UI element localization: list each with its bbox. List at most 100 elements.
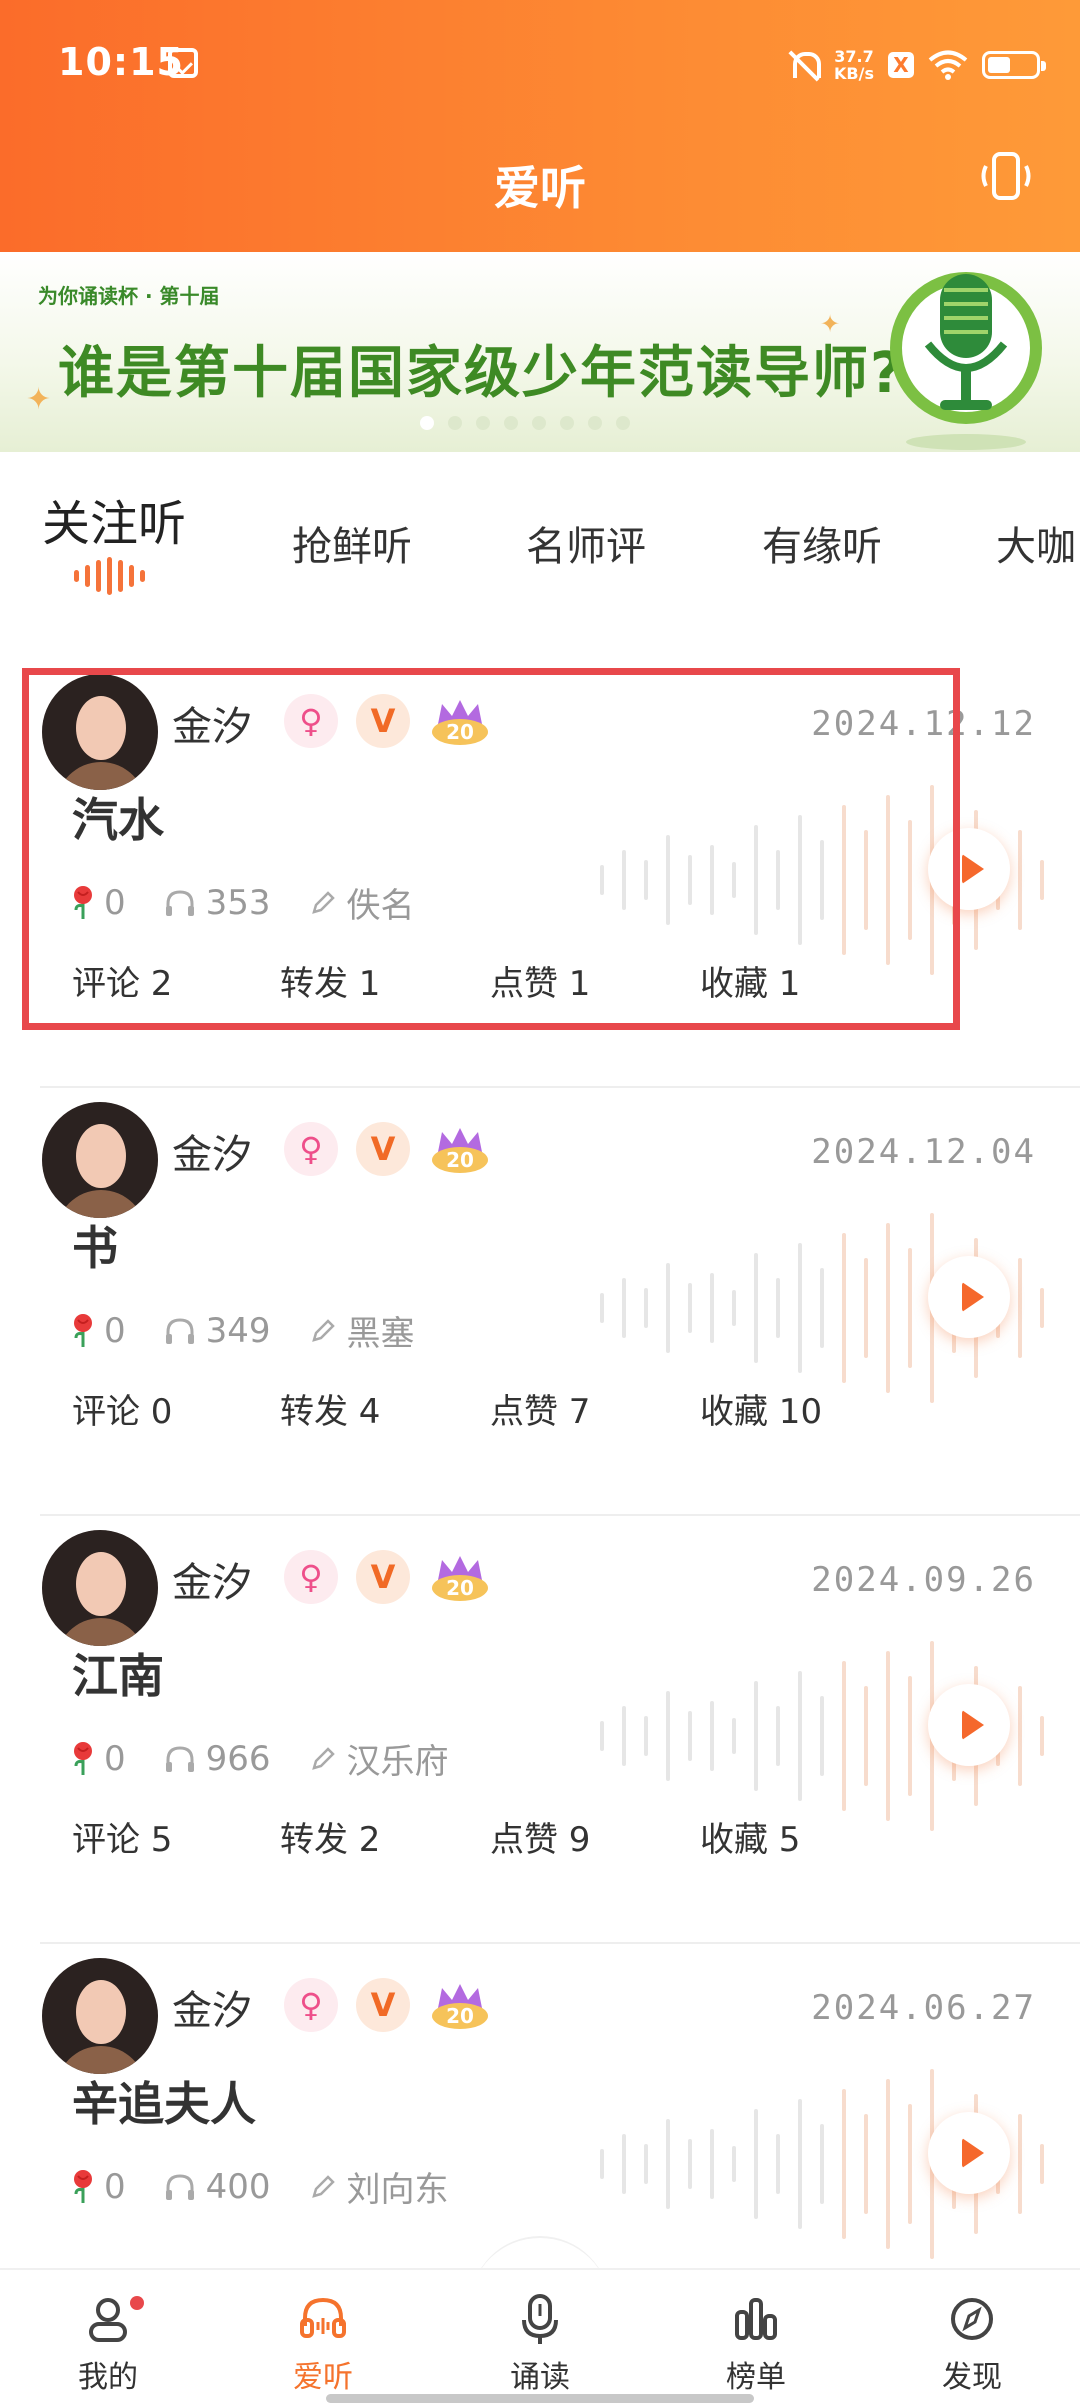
reposts-count[interactable]: 转发 2	[280, 1812, 380, 1861]
mute-icon	[788, 48, 822, 82]
waveform-bar	[1018, 1686, 1022, 1786]
vip-badge: V	[356, 1550, 410, 1604]
sparkle-icon: ✦	[820, 310, 841, 338]
tab-teacher-review[interactable]: 名师评	[526, 514, 646, 572]
highlight-box	[22, 668, 960, 1030]
play-button[interactable]	[928, 2112, 1010, 2194]
listen-count: 966	[164, 1739, 271, 1779]
nav-mine[interactable]: 我的	[48, 2292, 168, 2396]
x-icon: X	[888, 52, 914, 78]
post-date: 2024.06.27	[811, 1988, 1036, 2028]
post-title[interactable]: 辛追夫人	[72, 2068, 256, 2134]
phone-shake-icon[interactable]	[978, 148, 1034, 206]
network-speed: 37.7 KB/s	[834, 47, 874, 83]
waveform-bar	[622, 1278, 626, 1338]
post-title[interactable]: 书	[72, 1212, 118, 1278]
likes-count[interactable]: 点赞 9	[490, 1812, 590, 1861]
banner-headline: 谁是第十届国家级少年范读导师?	[58, 341, 905, 406]
post-card[interactable]: 金汐 ♀ V 20 2024.09.26 江南 0 966 汉乐府 评论 5 转…	[0, 1516, 1080, 1944]
pencil-icon	[311, 1746, 335, 1770]
nav-listen[interactable]: 爱听	[263, 2292, 383, 2396]
pencil-icon	[311, 1318, 335, 1342]
tab-fate[interactable]: 有缘听	[762, 514, 882, 572]
status-bar: 10:15 37.7 KB/s X	[0, 0, 1080, 126]
waveform-bar	[600, 1293, 604, 1323]
waveform-bar	[864, 2114, 868, 2214]
page-title: 爱听	[494, 161, 586, 215]
nav-ranking[interactable]: 榜单	[696, 2292, 816, 2396]
post-card[interactable]: 金汐 ♀ V 20 2024.12.04 书 0 349 黑塞 评论 0 转发 …	[0, 1088, 1080, 1516]
microphone-logo	[890, 272, 1042, 450]
banner-pagination	[420, 416, 630, 430]
author-name[interactable]: 金汐	[172, 1122, 252, 1180]
nav-discover[interactable]: 发现	[912, 2292, 1032, 2396]
waveform-bar	[666, 1263, 670, 1353]
waveform-bar	[886, 1651, 890, 1821]
tab-celebrity[interactable]: 大咖	[996, 514, 1076, 572]
waveform-bar	[666, 1691, 670, 1781]
waveform-bar	[842, 2089, 846, 2239]
waveform-bar	[798, 1243, 802, 1373]
waveform-bar	[886, 1223, 890, 1393]
waveform-bar	[688, 2139, 692, 2189]
active-tab-indicator	[74, 556, 145, 596]
svg-text:20: 20	[446, 1576, 474, 1600]
post-title[interactable]: 江南	[72, 1640, 164, 1706]
bottom-nav: 我的 爱听 诵读 榜单 发现	[0, 2268, 1080, 2408]
vip-badge: V	[356, 1978, 410, 2032]
play-button[interactable]	[928, 1684, 1010, 1766]
comments-count[interactable]: 评论 0	[72, 1384, 172, 1433]
author-name[interactable]: 金汐	[172, 1978, 252, 2036]
post-stats: 0 400 刘向东	[72, 2162, 487, 2211]
avatar[interactable]	[42, 1102, 158, 1218]
sparkle-icon: ✦	[26, 382, 52, 417]
svg-text:20: 20	[446, 2004, 474, 2028]
waveform-bar	[754, 1681, 758, 1791]
waveform-bar	[622, 1706, 626, 1766]
avatar[interactable]	[42, 1958, 158, 2074]
rose-icon	[74, 1313, 92, 1347]
headphones-icon	[165, 2173, 194, 2200]
likes-count[interactable]: 点赞 7	[490, 1384, 590, 1433]
waveform-bar	[710, 1701, 714, 1771]
waveform-bar	[754, 1253, 758, 1363]
comments-count[interactable]: 评论 5	[72, 1812, 172, 1861]
pencil-icon	[311, 2174, 335, 2198]
waveform-bar	[732, 1290, 736, 1326]
waveform-bar	[710, 1273, 714, 1343]
home-indicator[interactable]	[326, 2394, 754, 2403]
promo-banner[interactable]: 为你诵读杯 · 第十届 谁是第十届国家级少年范读导师? ✦ ✦	[0, 252, 1080, 452]
tab-follow[interactable]: 关注听	[42, 484, 186, 554]
tab-fresh[interactable]: 抢鲜听	[292, 514, 412, 572]
waveform-bar	[732, 2146, 736, 2182]
writer: 刘向东	[309, 2162, 449, 2211]
status-icons: 37.7 KB/s X	[788, 40, 1046, 90]
app-header: 10:15 37.7 KB/s X 爱听	[0, 0, 1080, 252]
waveform-bar	[776, 2134, 780, 2194]
ranking-bars-icon	[735, 2298, 777, 2340]
waveform-bar	[666, 2119, 670, 2209]
post-date: 2024.12.04	[811, 1132, 1036, 1172]
avatar[interactable]	[42, 1530, 158, 1646]
crown-level-badge: 20	[432, 1556, 488, 1601]
play-button[interactable]	[928, 1256, 1010, 1338]
waveform-bar	[776, 1278, 780, 1338]
waveform-bar	[600, 1721, 604, 1751]
waveform-bar	[688, 1283, 692, 1333]
nav-recite[interactable]: 诵读	[480, 2292, 600, 2396]
reposts-count[interactable]: 转发 4	[280, 1384, 380, 1433]
favorites-count[interactable]: 收藏 5	[700, 1812, 800, 1861]
rose-icon	[74, 2169, 92, 2203]
banner-subtitle: 为你诵读杯 · 第十届	[38, 284, 220, 308]
listen-count: 400	[164, 2167, 271, 2207]
post-stats: 0 966 汉乐府	[72, 1734, 487, 1783]
author-name[interactable]: 金汐	[172, 1550, 252, 1608]
waveform-bar	[732, 1718, 736, 1754]
waveform-bar	[908, 2104, 912, 2224]
waveform-bar	[622, 2134, 626, 2194]
waveform-bar	[886, 2079, 890, 2249]
waveform-bar	[644, 2144, 648, 2184]
favorites-count[interactable]: 收藏 10	[700, 1384, 822, 1433]
notification-dot	[130, 2296, 144, 2310]
waveform-bar	[908, 1248, 912, 1368]
